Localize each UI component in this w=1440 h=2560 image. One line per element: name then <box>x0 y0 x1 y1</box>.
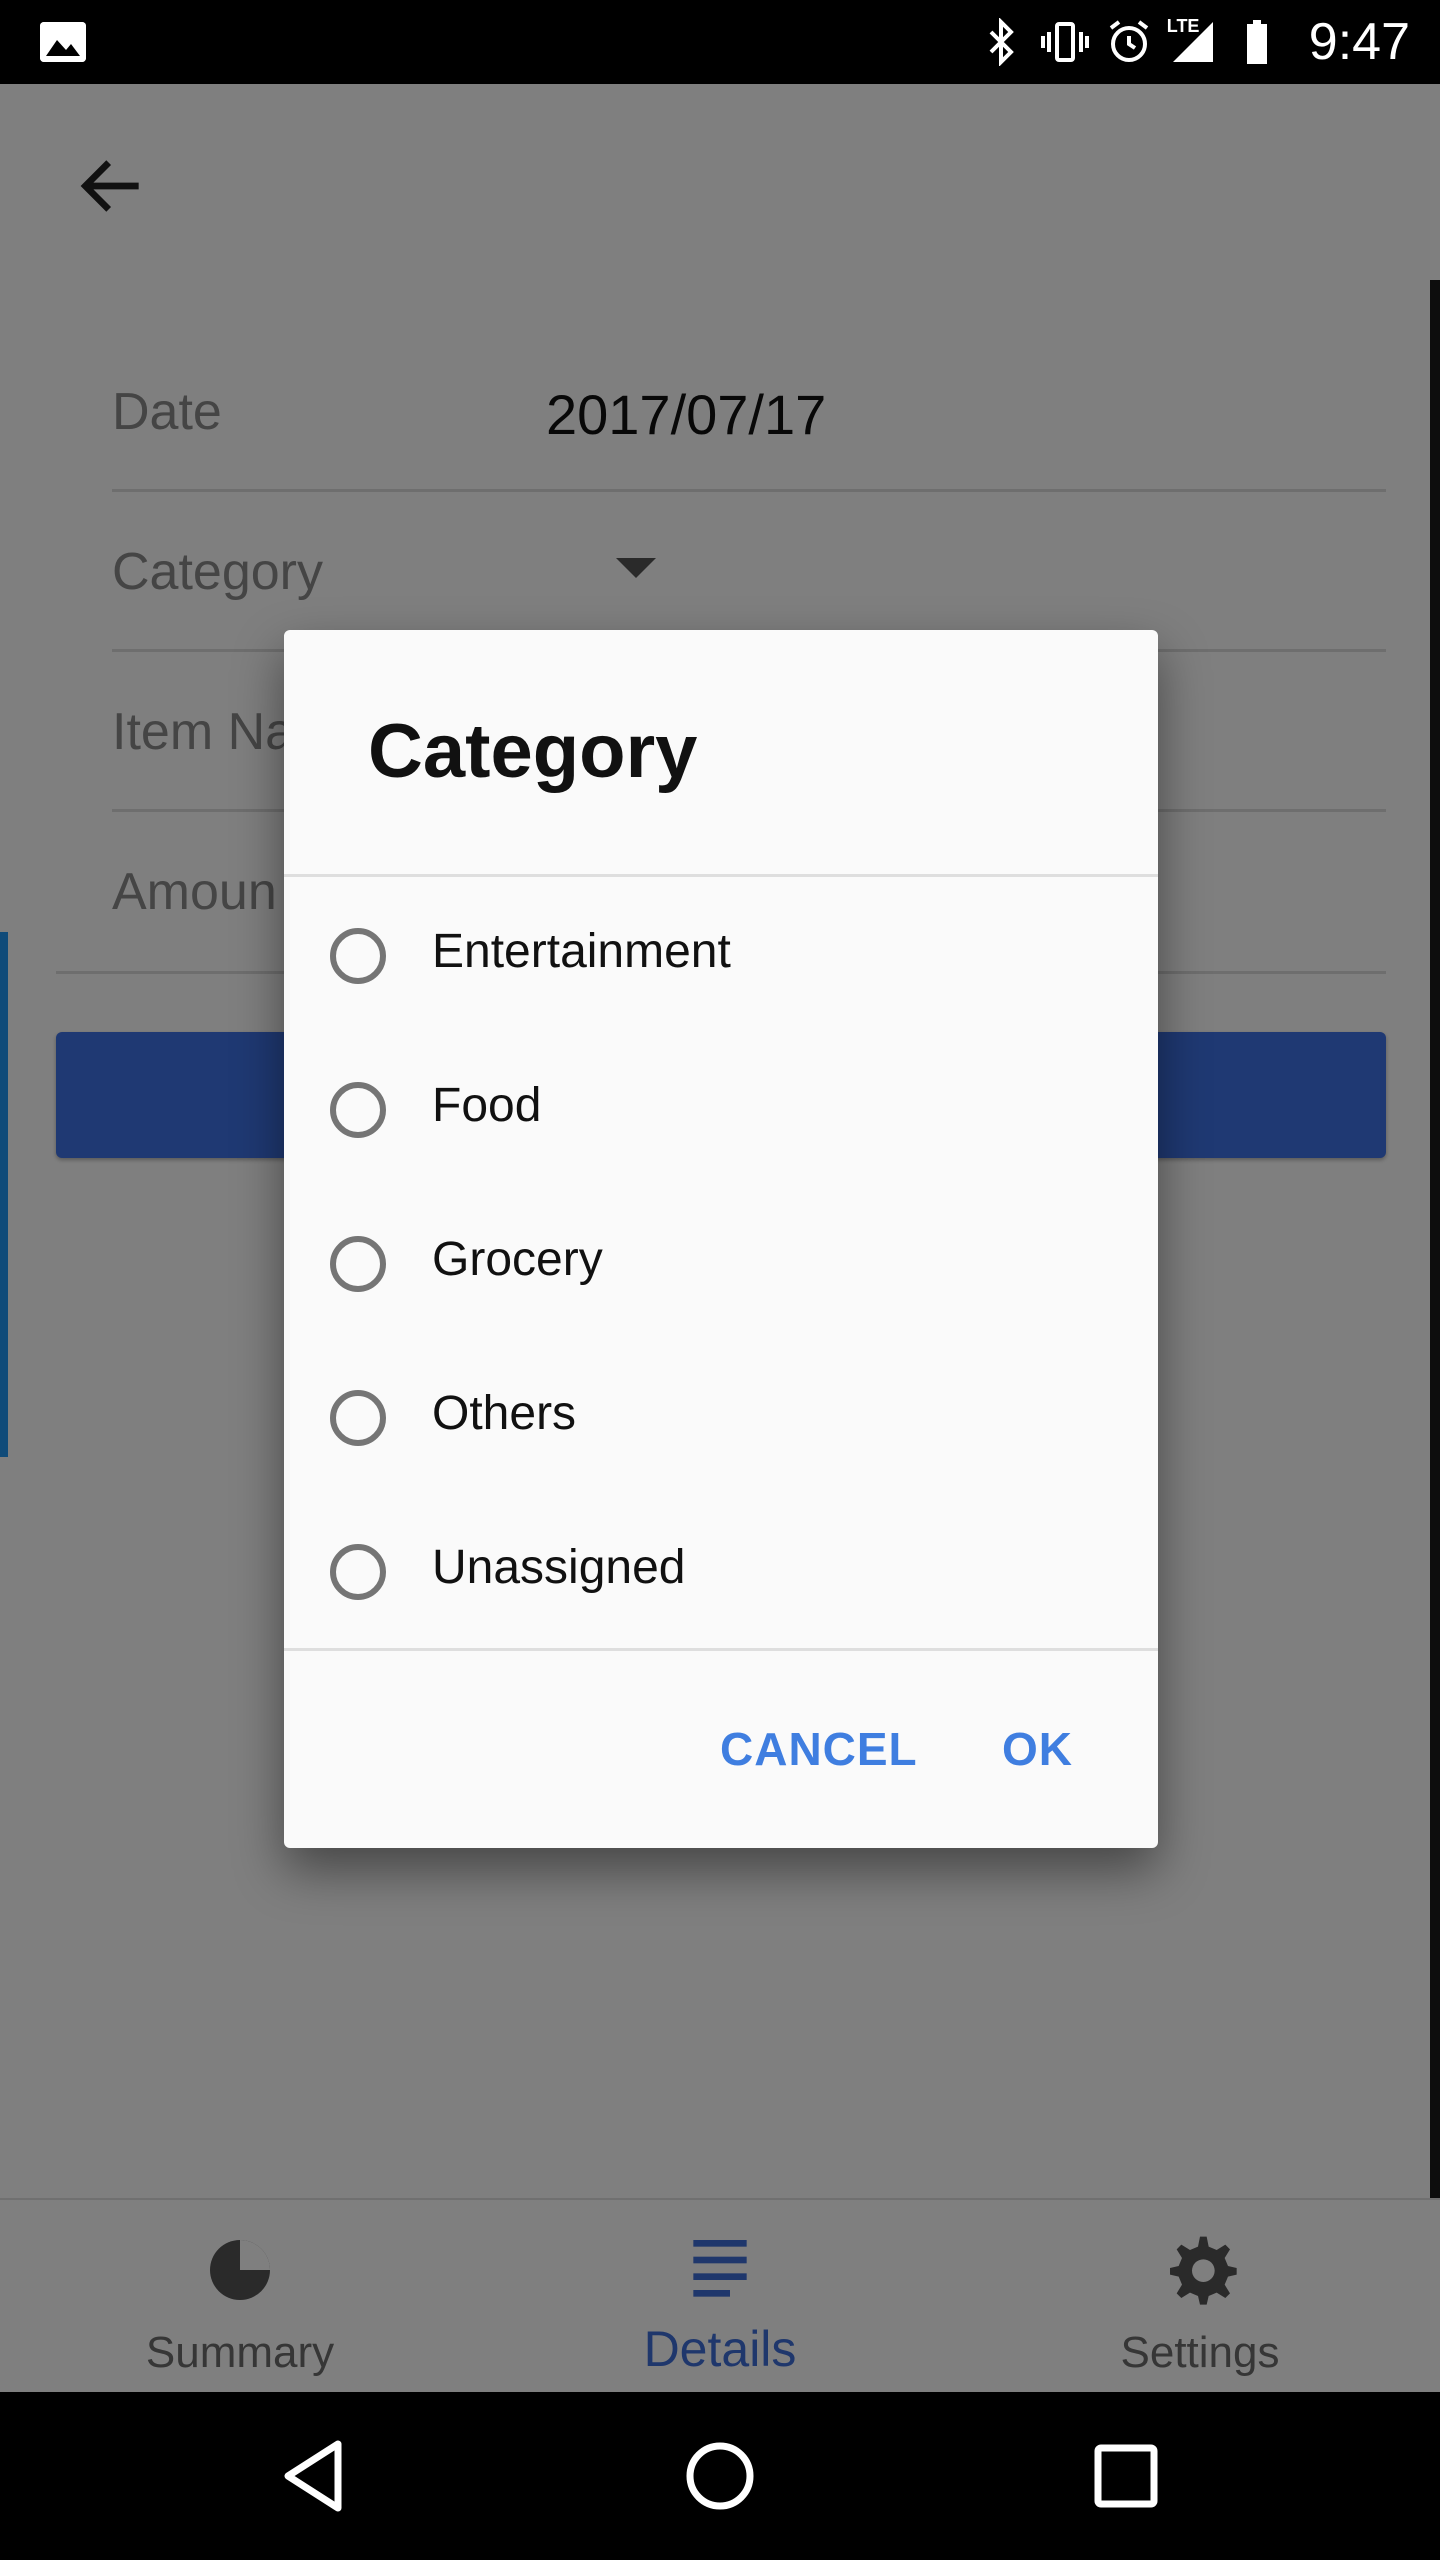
status-time: 9:47 <box>1308 13 1410 71</box>
option-label: Others <box>432 1387 577 1440</box>
option-unassigned[interactable]: Unassigned <box>284 1494 1158 1648</box>
status-bar: LTE 9:47 <box>0 0 1440 84</box>
category-dialog: Category Entertainment Food Grocery Othe… <box>284 630 1158 1848</box>
option-food[interactable]: Food <box>284 1032 1158 1186</box>
lte-signal-icon: LTE <box>1167 16 1219 68</box>
option-label: Entertainment <box>432 925 731 978</box>
system-recents-icon[interactable] <box>1076 2426 1176 2526</box>
option-label: Unassigned <box>432 1541 686 1594</box>
radio-icon[interactable] <box>330 1544 386 1600</box>
dialog-actions: CANCEL OK <box>284 1652 1158 1848</box>
option-others[interactable]: Others <box>284 1340 1158 1494</box>
divider <box>284 1648 1158 1651</box>
system-navigation-bar <box>0 2392 1440 2560</box>
radio-icon[interactable] <box>330 1082 386 1138</box>
option-entertainment[interactable]: Entertainment <box>284 878 1158 1032</box>
vibrate-icon <box>1039 16 1091 68</box>
alarm-icon <box>1103 16 1155 68</box>
cancel-button[interactable]: CANCEL <box>720 1722 918 1776</box>
option-label: Grocery <box>432 1233 603 1286</box>
system-back-icon[interactable] <box>266 2426 366 2526</box>
option-label: Food <box>432 1079 542 1132</box>
radio-icon[interactable] <box>330 928 386 984</box>
gallery-icon <box>40 22 86 62</box>
option-grocery[interactable]: Grocery <box>284 1186 1158 1340</box>
radio-icon[interactable] <box>330 1390 386 1446</box>
dialog-title: Category <box>368 709 698 794</box>
battery-icon <box>1231 16 1283 68</box>
radio-icon[interactable] <box>330 1236 386 1292</box>
divider <box>284 874 1158 877</box>
lte-text: LTE <box>1166 16 1200 36</box>
bluetooth-icon <box>975 16 1027 68</box>
system-home-icon[interactable] <box>670 2426 770 2526</box>
ok-button[interactable]: OK <box>1002 1722 1073 1776</box>
